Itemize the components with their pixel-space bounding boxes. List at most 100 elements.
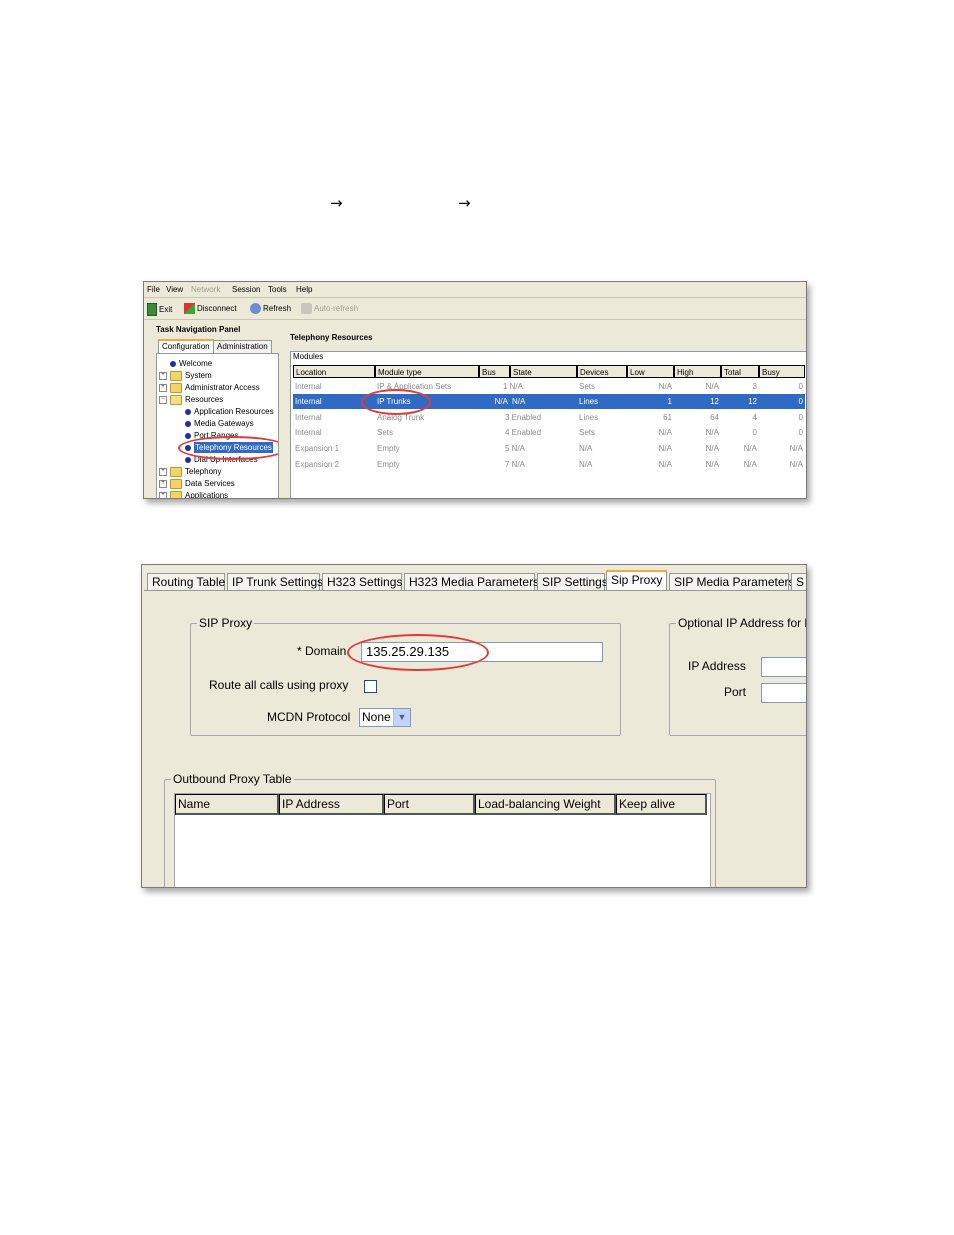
disconnect-label: Disconnect <box>197 304 237 313</box>
mcdn-protocol-select[interactable]: None ▼ <box>359 708 411 727</box>
tree-item-resources[interactable]: − Resources <box>159 394 223 405</box>
table-cell: Internal <box>295 428 322 437</box>
tree-item-label: Data Services <box>185 479 235 488</box>
tab-h323-media-parameters[interactable]: H323 Media Parameters <box>404 573 539 590</box>
route-all-label: Route all calls using proxy <box>209 678 349 692</box>
column-header[interactable]: Module type <box>375 365 479 378</box>
auto-refresh-label: Auto-refresh <box>314 304 359 313</box>
tree-item-system[interactable]: + System <box>159 370 212 381</box>
settings-tabs: Routing Table IP Trunk Settings H323 Set… <box>142 565 806 591</box>
expand-icon[interactable]: + <box>159 479 167 488</box>
menu-file[interactable]: File <box>147 285 160 294</box>
tree-item-welcome[interactable]: Welcome <box>170 358 212 369</box>
tab-routing-table[interactable]: Routing Table <box>147 573 225 590</box>
sip-proxy-settings-screenshot: Routing Table IP Trunk Settings H323 Set… <box>141 564 807 888</box>
tab-ip-trunk-settings[interactable]: IP Trunk Settings <box>227 573 323 590</box>
refresh-icon <box>250 303 261 314</box>
ip-address-label: IP Address <box>688 659 746 673</box>
panel-title: Telephony Resources <box>290 333 373 342</box>
tree-item-administrator-access[interactable]: + Administrator Access <box>159 382 260 393</box>
expand-icon[interactable]: + <box>159 491 167 498</box>
tree-item-data-services[interactable]: + Data Services <box>159 478 235 489</box>
group-title: Outbound Proxy Table <box>171 772 294 786</box>
tab-next-partial[interactable]: S <box>791 573 806 590</box>
tree-item-label: Welcome <box>179 359 213 368</box>
ip-address-input[interactable] <box>761 657 806 677</box>
exit-button[interactable]: Exit <box>147 303 172 316</box>
tab-sip-proxy[interactable]: Sip Proxy <box>606 570 667 591</box>
table-cell: Sets <box>579 428 596 437</box>
tab-sip-settings[interactable]: SIP Settings <box>537 573 608 590</box>
table-cell: Sets <box>377 428 394 437</box>
expand-icon[interactable]: + <box>159 467 167 476</box>
telephony-resources-panel: Telephony Resources Modules Location Mod… <box>284 323 806 498</box>
toolbar: Exit Disconnect Refresh Auto-refresh <box>144 299 806 320</box>
table-cell: 5 N/A <box>505 444 526 453</box>
column-header[interactable]: High <box>674 365 721 378</box>
column-header[interactable]: Keep alive <box>616 794 707 815</box>
highlight-circle <box>347 634 489 671</box>
table-cell: 0 <box>798 428 803 437</box>
tree-item-label: Telephony <box>185 467 222 476</box>
folder-icon <box>170 478 182 489</box>
table-cell: 3 Enabled <box>505 413 542 422</box>
tab-administration[interactable]: Administration <box>213 340 272 353</box>
column-header[interactable]: Total <box>721 365 759 378</box>
column-header[interactable]: Port <box>384 794 475 815</box>
table-cell: 61 <box>663 413 672 422</box>
collapse-icon[interactable]: − <box>159 395 167 404</box>
table-cell: N/A <box>579 444 593 453</box>
column-header[interactable]: Devices <box>577 365 627 378</box>
refresh-label: Refresh <box>263 304 292 313</box>
route-all-checkbox[interactable] <box>364 680 377 693</box>
folder-icon <box>170 370 182 381</box>
table-cell: N/A <box>705 428 719 437</box>
tree-item-label: Media Gateways <box>194 419 254 428</box>
chevron-down-icon[interactable]: ▼ <box>393 709 410 726</box>
table-cell: 4 Enabled <box>505 428 542 437</box>
column-header[interactable]: State <box>510 365 577 378</box>
tab-h323-settings[interactable]: H323 Settings <box>322 573 402 590</box>
domain-label: * Domain <box>297 644 347 658</box>
tree-item-telephony[interactable]: + Telephony <box>159 466 221 477</box>
nav-panel-title: Task Navigation Panel <box>156 325 241 334</box>
table-cell: 12 <box>748 397 757 406</box>
tab-sip-media-parameters[interactable]: SIP Media Parameters <box>669 573 795 590</box>
menu-session[interactable]: Session <box>232 285 260 294</box>
table-cell: 12 <box>710 397 719 406</box>
bullet-icon <box>185 408 191 415</box>
refresh-button[interactable]: Refresh <box>250 303 291 314</box>
tree-item-label: Resources <box>185 395 224 404</box>
table-cell: N/A <box>789 460 803 469</box>
table-cell: N/A <box>658 428 672 437</box>
tree-item-application-resources[interactable]: Application Resources <box>185 406 274 417</box>
table-cell: N/A <box>789 444 803 453</box>
table-cell: 0 <box>798 413 803 422</box>
group-title: Optional IP Address for lo <box>676 616 806 630</box>
expand-icon[interactable]: + <box>159 383 167 392</box>
column-header[interactable]: Busy <box>759 365 805 378</box>
menu-help[interactable]: Help <box>296 285 312 294</box>
column-header[interactable]: Bus <box>479 365 510 378</box>
table-cell: N/A <box>658 382 672 391</box>
tree-item-applications[interactable]: + Applications <box>159 490 228 498</box>
menu-tools[interactable]: Tools <box>268 285 287 294</box>
bullet-icon <box>185 420 191 427</box>
disconnect-button[interactable]: Disconnect <box>184 303 237 314</box>
table-cell: N/A <box>579 460 593 469</box>
menu-view[interactable]: View <box>166 285 183 294</box>
outbound-proxy-table: Name IP Address Port Load-balancing Weig… <box>174 793 711 887</box>
sip-proxy-group: SIP Proxy * Domain 135.25.29.135 Route a… <box>190 616 621 736</box>
column-header[interactable]: IP Address <box>279 794 384 815</box>
bullet-icon <box>170 360 176 367</box>
table-cell: N/A <box>705 444 719 453</box>
column-header[interactable]: Low <box>627 365 674 378</box>
expand-icon[interactable]: + <box>159 371 167 380</box>
task-navigation-panel: Task Navigation Panel Configuration Admi… <box>152 323 280 498</box>
menu-network: Network <box>191 285 221 294</box>
column-header[interactable]: Load-balancing Weight <box>475 794 616 815</box>
column-header[interactable]: Location <box>293 365 375 378</box>
tree-item-media-gateways[interactable]: Media Gateways <box>185 418 254 429</box>
port-input[interactable] <box>761 683 806 703</box>
column-header[interactable]: Name <box>175 794 279 815</box>
